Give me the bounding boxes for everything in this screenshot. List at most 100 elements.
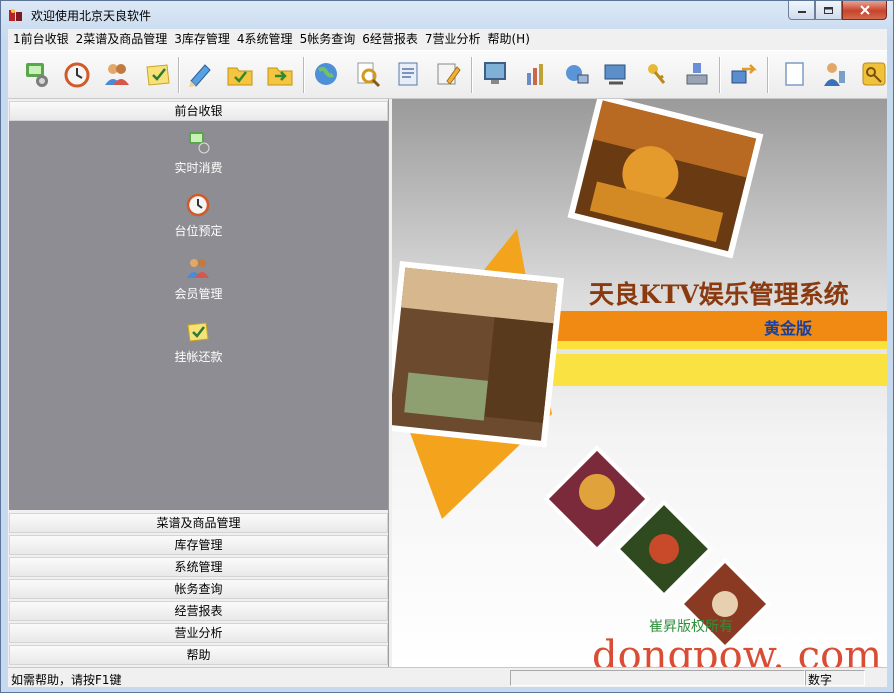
app-icon — [9, 9, 22, 21]
nav-item-table-reservation[interactable]: 台位预定 — [9, 192, 388, 248]
menu-reports[interactable]: 6经营报表 — [359, 30, 421, 49]
toolbar-keys-button[interactable] — [641, 58, 673, 90]
toolbar-report-edit-button[interactable] — [432, 58, 464, 90]
section-header-help[interactable]: 帮助 — [9, 645, 388, 665]
section-header-recipes-goods[interactable]: 菜谱及商品管理 — [9, 513, 388, 533]
nav-item-credit-repayment[interactable]: 挂帐还款 — [9, 318, 388, 374]
toolbar-separator — [303, 57, 305, 93]
folder-arrow-icon — [267, 67, 293, 86]
computer-icon — [604, 64, 626, 85]
toolbar-search-button[interactable] — [351, 58, 383, 90]
status-bar: 如需帮助，请按F1键 数字 — [8, 667, 887, 687]
cashier-icon — [26, 63, 48, 87]
status-help-text: 如需帮助，请按F1键 — [11, 673, 122, 687]
nav-item-realtime-consumption[interactable]: 实时消费 — [9, 129, 388, 185]
toolbar-pencil-button[interactable] — [184, 58, 216, 90]
section-header-system[interactable]: 系统管理 — [9, 557, 388, 577]
toolbar-chart-button[interactable] — [520, 58, 552, 90]
minimize-button[interactable] — [788, 1, 815, 20]
toolbar-globe-button[interactable] — [310, 58, 342, 90]
blank-doc-icon — [785, 62, 804, 86]
cashier-icon — [189, 132, 210, 154]
nav-item-label: 台位预定 — [174, 224, 223, 238]
report-edit-icon — [437, 63, 461, 85]
note-check-icon — [187, 322, 209, 342]
yellow-band-thin — [552, 341, 887, 349]
minimize-icon — [797, 11, 806, 13]
disk-icon — [686, 63, 708, 85]
client-area: 1前台收银 2菜谱及商品管理 3库存管理 4系统管理 5帐务查询 6经营报表 7… — [8, 29, 887, 687]
report-icon — [398, 62, 418, 86]
maximize-button[interactable] — [815, 1, 842, 20]
orange-band — [552, 311, 887, 341]
toolbar-user-button[interactable] — [818, 58, 850, 90]
members-icon — [187, 259, 209, 278]
product-title: 天良KTV娱乐管理系统 — [589, 280, 849, 309]
toolbar-disk-button[interactable] — [681, 58, 713, 90]
app-window: 欢迎使用北京天良软件 1前台收银 2菜谱及商品管理 3库存管理 4系统管理 5帐… — [0, 0, 894, 693]
section-header-cashier[interactable]: 前台收银 — [9, 101, 388, 121]
toolbar-report-button[interactable] — [392, 58, 424, 90]
toolbar-members-button[interactable] — [101, 58, 133, 90]
monitor-icon — [484, 62, 506, 84]
clock-icon — [64, 62, 90, 88]
toolbar-folder-check-button[interactable] — [224, 58, 256, 90]
room-photo — [392, 261, 565, 448]
section-body-cashier: 实时消费 台位预定 会员管理 挂帐还款 — [9, 121, 388, 510]
window-title: 欢迎使用北京天良软件 — [31, 9, 152, 23]
pencil-icon — [189, 64, 211, 87]
menu-accounts[interactable]: 5帐务查询 — [297, 30, 359, 49]
chart-icon — [527, 64, 543, 85]
nav-item-label: 挂帐还款 — [174, 350, 223, 364]
nav-item-member-management[interactable]: 会员管理 — [9, 255, 388, 311]
clock-icon — [186, 193, 210, 217]
key-icon — [862, 62, 886, 86]
close-button[interactable] — [842, 1, 887, 20]
toolbar-separator — [767, 57, 769, 93]
toolbar-transfer-button[interactable] — [727, 58, 759, 90]
splash-panel: 天良KTV娱乐管理系统 黄金版 崔昇版权所有 www.tlsoft.com.cn… — [392, 99, 887, 667]
nav-item-label: 实时消费 — [174, 161, 223, 175]
menu-bar: 1前台收银 2菜谱及商品管理 3库存管理 4系统管理 5帐务查询 6经营报表 7… — [8, 29, 887, 50]
user-icon — [824, 63, 845, 86]
toolbar-computer-button[interactable] — [600, 58, 632, 90]
toolbar-clock-button[interactable] — [61, 58, 93, 90]
section-header-reports[interactable]: 经营报表 — [9, 601, 388, 621]
splash-artwork: 天良KTV娱乐管理系统 黄金版 崔昇版权所有 www.tlsoft.com.cn… — [392, 99, 887, 667]
toolbar-separator — [178, 57, 180, 93]
watermark-text: dongpow. com — [592, 633, 882, 667]
members-icon — [105, 64, 129, 85]
toolbar-folder-arrow-button[interactable] — [264, 58, 296, 90]
top-photo — [567, 99, 764, 259]
menu-help[interactable]: 帮助(H) — [484, 30, 532, 49]
toolbar-cashier-button[interactable] — [20, 58, 52, 90]
note-check-icon — [146, 64, 170, 86]
edition-label: 黄金版 — [764, 319, 812, 338]
transfer-icon — [731, 64, 758, 84]
menu-recipes-goods[interactable]: 2菜谱及商品管理 — [73, 30, 171, 49]
menu-cashier[interactable]: 1前台收银 — [10, 30, 72, 49]
nav-panel: 前台收银 实时消费 台位预定 会员管理 挂帐还款 菜谱及商品管理 库存管理 系统… — [8, 99, 389, 667]
menu-inventory[interactable]: 3库存管理 — [171, 30, 233, 49]
toolbar-separator — [719, 57, 721, 93]
section-header-accounts[interactable]: 帐务查询 — [9, 579, 388, 599]
keys-icon — [648, 64, 666, 84]
toolbar-network-button[interactable] — [560, 58, 592, 90]
toolbar-key-button[interactable] — [858, 58, 890, 90]
maximize-icon — [824, 6, 833, 14]
section-header-inventory[interactable]: 库存管理 — [9, 535, 388, 555]
toolbar-monitor-button[interactable] — [479, 58, 511, 90]
status-mode: 数字 — [808, 673, 833, 687]
search-doc-icon — [357, 62, 381, 88]
menu-analysis[interactable]: 7营业分析 — [422, 30, 484, 49]
toolbar — [8, 50, 887, 99]
toolbar-note-button[interactable] — [142, 58, 174, 90]
section-header-analysis[interactable]: 营业分析 — [9, 623, 388, 643]
toolbar-separator — [471, 57, 473, 93]
globe-icon — [315, 63, 337, 85]
toolbar-blank-doc-button[interactable] — [778, 58, 810, 90]
menu-system[interactable]: 4系统管理 — [234, 30, 296, 49]
title-bar[interactable]: 欢迎使用北京天良软件 — [1, 1, 893, 29]
yellow-band — [552, 354, 887, 386]
status-pane — [510, 670, 805, 686]
